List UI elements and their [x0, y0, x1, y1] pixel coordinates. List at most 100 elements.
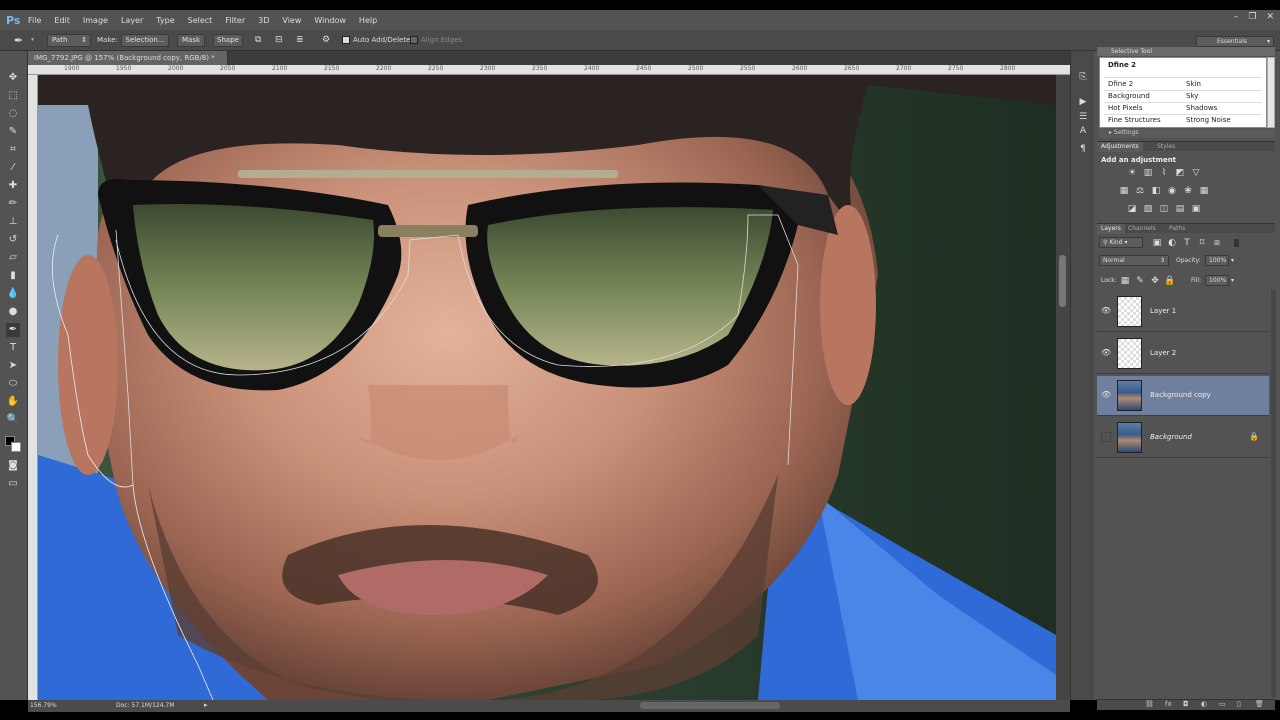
black-white-adjustment-icon[interactable]: ◧: [1151, 186, 1161, 196]
close-button[interactable]: ✕: [1266, 12, 1274, 22]
restore-button[interactable]: ❐: [1248, 12, 1256, 22]
new-layer-icon[interactable]: ▯: [1237, 700, 1241, 708]
tab-layers[interactable]: Layers: [1097, 224, 1125, 234]
invert-adjustment-icon[interactable]: ◪: [1127, 204, 1137, 214]
photo-filter-adjustment-icon[interactable]: ◉: [1167, 186, 1177, 196]
layer-filter-kind[interactable]: ⚲ Kind ▾: [1099, 237, 1143, 248]
clone-stamp-tool-icon[interactable]: ⊥: [6, 215, 20, 229]
filter-smart-object-icon[interactable]: ⧈: [1212, 238, 1222, 248]
pen-tool-preset-icon[interactable]: ✒: [14, 34, 23, 47]
layer-row-background-copy[interactable]: 👁 Background copy: [1097, 376, 1269, 416]
posterize-adjustment-icon[interactable]: ▨: [1143, 204, 1153, 214]
properties-panel-icon[interactable]: ☰: [1077, 111, 1089, 123]
add-mask-icon[interactable]: ◘: [1183, 700, 1189, 708]
selective-item-skin[interactable]: Skin: [1186, 80, 1201, 88]
horizontal-scroll-thumb[interactable]: [640, 702, 780, 709]
path-selection-tool-icon[interactable]: ➤: [6, 359, 20, 373]
exposure-adjustment-icon[interactable]: ◩: [1175, 168, 1185, 178]
curves-adjustment-icon[interactable]: ⌇: [1159, 168, 1169, 178]
crop-tool-icon[interactable]: ⌗: [6, 143, 20, 157]
gradient-map-adjustment-icon[interactable]: ▤: [1175, 204, 1185, 214]
pen-mode-select[interactable]: Path ⇕: [47, 34, 91, 47]
layer-name[interactable]: Layer 2: [1150, 349, 1176, 357]
gradient-tool-icon[interactable]: ▮: [6, 269, 20, 283]
menu-3d[interactable]: 3D: [258, 16, 269, 25]
levels-adjustment-icon[interactable]: ▥: [1143, 168, 1153, 178]
threshold-adjustment-icon[interactable]: ◫: [1159, 204, 1169, 214]
minimize-button[interactable]: –: [1234, 12, 1239, 22]
selective-item-fine-structures[interactable]: Fine Structures: [1108, 116, 1161, 124]
quick-mask-icon[interactable]: ◙: [6, 459, 20, 473]
opacity-chevron-icon[interactable]: ▾: [1231, 257, 1234, 264]
path-alignment-icon[interactable]: ⊟: [275, 35, 283, 45]
lock-transparent-icon[interactable]: ▦: [1120, 276, 1130, 286]
blend-mode-select[interactable]: Normal ⇕: [1099, 255, 1169, 266]
layer-row-background[interactable]: Background 🔒: [1097, 418, 1269, 458]
dodge-tool-icon[interactable]: ●: [6, 305, 20, 319]
lasso-tool-icon[interactable]: ◌: [6, 107, 20, 121]
selective-settings[interactable]: ▸ Settings: [1099, 129, 1275, 138]
canvas-vertical-scrollbar[interactable]: [1056, 75, 1070, 700]
zoom-level[interactable]: 156.79%: [30, 702, 57, 709]
screen-mode-icon[interactable]: ▭: [6, 477, 20, 491]
tab-styles[interactable]: Styles: [1153, 142, 1179, 152]
channel-mixer-adjustment-icon[interactable]: ❀: [1183, 186, 1193, 196]
eye-icon[interactable]: 👁: [1101, 306, 1111, 316]
selective-item-shadows[interactable]: Shadows: [1186, 104, 1217, 112]
gear-icon[interactable]: ⚙: [322, 35, 330, 45]
history-brush-tool-icon[interactable]: ↺: [6, 233, 20, 247]
filter-pixel-icon[interactable]: ▣: [1152, 238, 1162, 248]
selective-item-background[interactable]: Background: [1108, 92, 1150, 100]
menu-file[interactable]: File: [28, 16, 41, 25]
selective-tool-scrollbar[interactable]: [1267, 57, 1275, 128]
make-selection-button[interactable]: Selection...: [121, 34, 169, 47]
hue-saturation-adjustment-icon[interactable]: ▦: [1119, 186, 1129, 196]
lock-pixels-icon[interactable]: ✎: [1135, 276, 1145, 286]
fill-input[interactable]: 100%: [1205, 275, 1229, 286]
make-shape-button[interactable]: Shape: [213, 34, 243, 47]
delete-layer-icon[interactable]: 🗑: [1255, 700, 1264, 708]
menu-window[interactable]: Window: [314, 16, 346, 25]
menu-filter[interactable]: Filter: [225, 16, 245, 25]
brush-tool-icon[interactable]: ✏: [6, 197, 20, 211]
fill-chevron-icon[interactable]: ▾: [1231, 277, 1234, 284]
align-edges-checkbox[interactable]: [410, 36, 418, 44]
make-mask-button[interactable]: Mask: [177, 34, 205, 47]
fx-icon[interactable]: fx: [1165, 700, 1172, 708]
selective-item-sky[interactable]: Sky: [1186, 92, 1198, 100]
layer-name[interactable]: Background: [1150, 433, 1192, 441]
selective-color-adjustment-icon[interactable]: ▣: [1191, 204, 1201, 214]
new-adjustment-layer-icon[interactable]: ◐: [1201, 700, 1207, 708]
lock-position-icon[interactable]: ✥: [1150, 276, 1160, 286]
document-tab[interactable]: IMG_7792.JPG @ 157% (Background copy, RG…: [28, 51, 228, 76]
filter-type-icon[interactable]: T: [1182, 238, 1192, 248]
path-operations-icon[interactable]: ⧉: [255, 35, 261, 45]
color-balance-adjustment-icon[interactable]: ⚖: [1135, 186, 1145, 196]
quick-select-tool-icon[interactable]: ✎: [6, 125, 20, 139]
eyedropper-tool-icon[interactable]: ⁄: [6, 161, 20, 175]
layer-row-layer-1[interactable]: 👁 Layer 1: [1097, 292, 1269, 332]
tab-channels[interactable]: Channels: [1124, 224, 1160, 234]
lock-all-icon[interactable]: 🔒: [1164, 276, 1175, 286]
marquee-tool-icon[interactable]: ⬚: [6, 89, 20, 103]
canvas-scroll-thumb[interactable]: [1059, 255, 1066, 307]
history-panel-icon[interactable]: ⎘: [1077, 71, 1089, 83]
color-lookup-adjustment-icon[interactable]: ▦: [1199, 186, 1209, 196]
path-arrangement-icon[interactable]: ≣: [296, 35, 304, 45]
status-menu-arrow-icon[interactable]: ▸: [204, 701, 208, 709]
move-tool-icon[interactable]: ✥: [6, 71, 20, 85]
layer-row-layer-2[interactable]: 👁 Layer 2: [1097, 334, 1269, 374]
selective-item-dfine2[interactable]: Dfine 2: [1108, 80, 1133, 88]
layer-name[interactable]: Background copy: [1150, 391, 1211, 399]
actions-panel-icon[interactable]: ▶: [1077, 96, 1089, 108]
link-layers-icon[interactable]: ⛓: [1145, 700, 1154, 708]
new-group-icon[interactable]: ▭: [1219, 700, 1226, 708]
type-tool-icon[interactable]: T: [6, 341, 20, 355]
paragraph-panel-icon[interactable]: ¶: [1077, 143, 1089, 155]
background-color-swatch[interactable]: [11, 442, 21, 452]
tab-adjustments[interactable]: Adjustments: [1097, 142, 1143, 152]
menu-image[interactable]: Image: [83, 16, 108, 25]
selective-item-strong-noise[interactable]: Strong Noise: [1186, 116, 1231, 124]
filter-adjustment-icon[interactable]: ◐: [1167, 238, 1177, 248]
hand-tool-icon[interactable]: ✋: [6, 395, 20, 409]
